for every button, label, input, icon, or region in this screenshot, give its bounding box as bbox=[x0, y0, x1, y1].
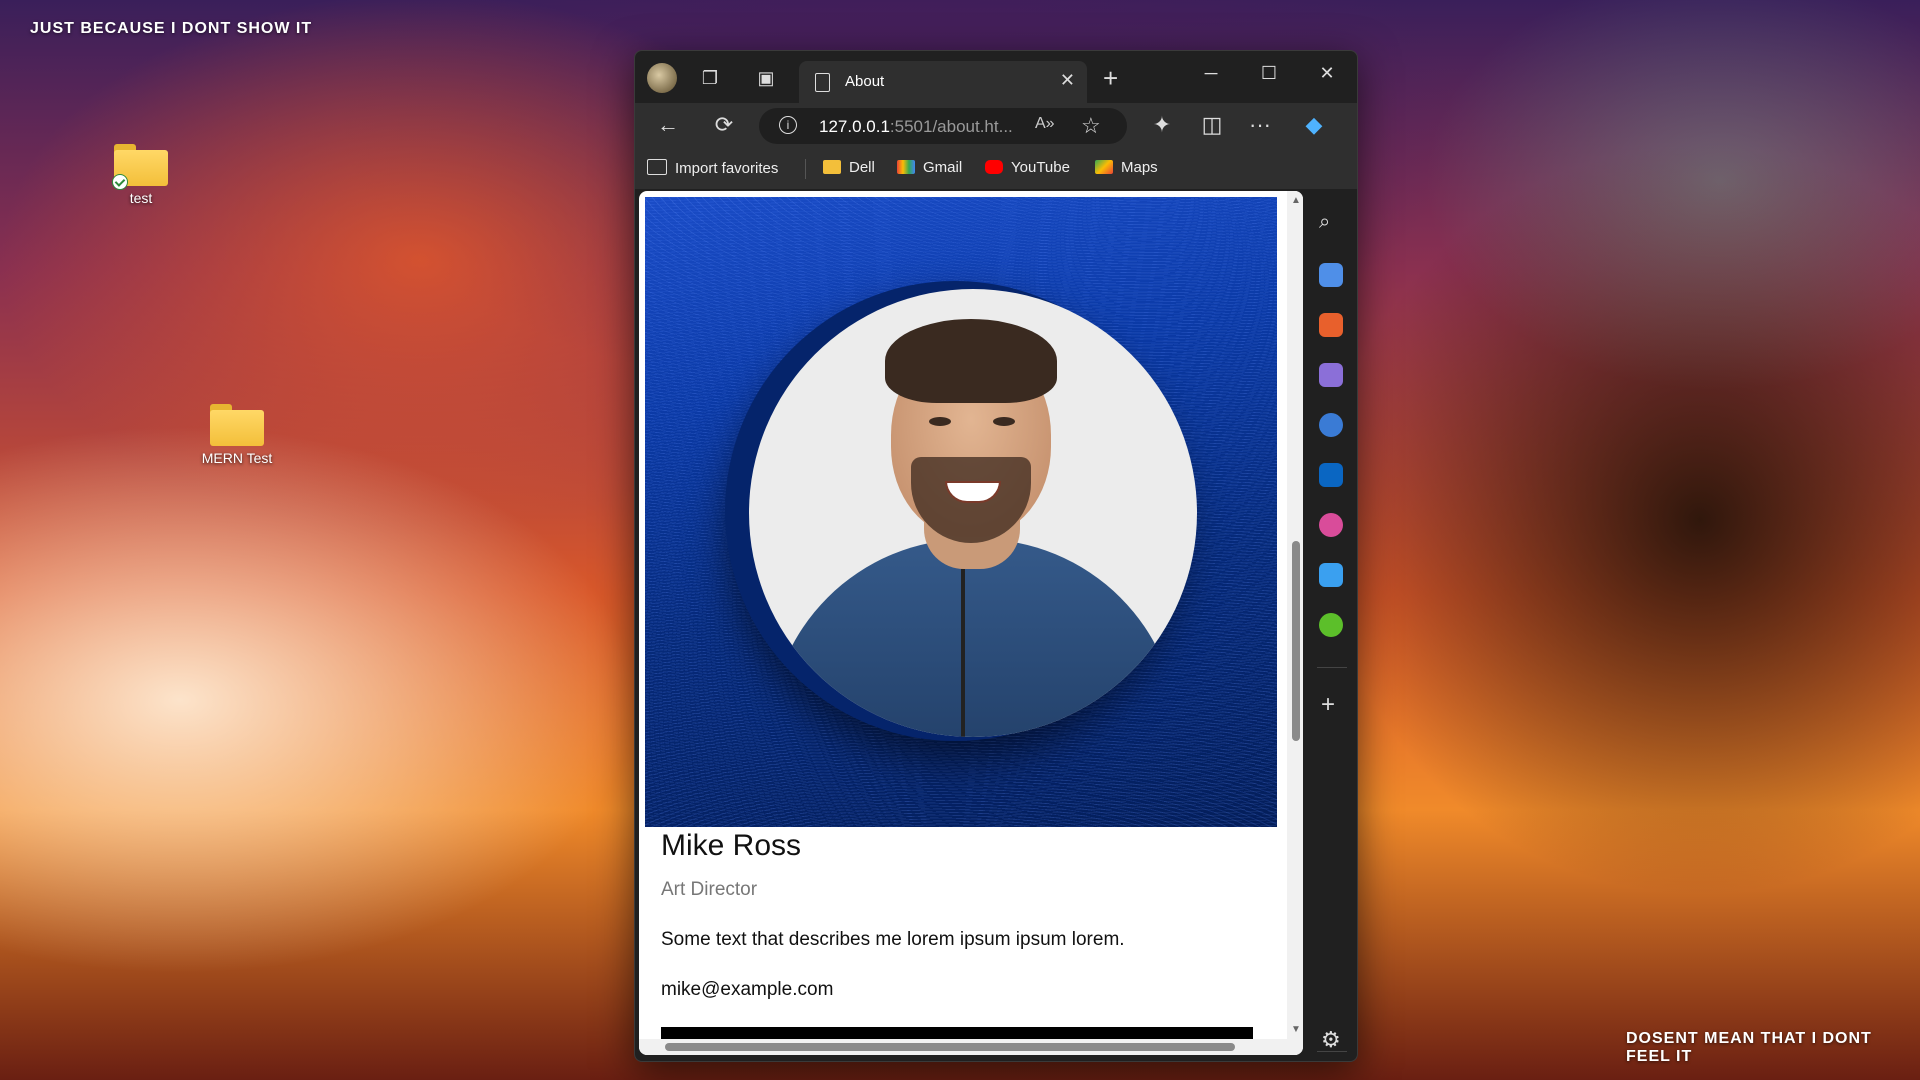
split-screen-icon[interactable]: ◫ bbox=[1197, 113, 1227, 137]
horizontal-scrollbar[interactable] bbox=[639, 1039, 1287, 1055]
gmail-icon bbox=[897, 160, 915, 174]
add-sidebar-app-button[interactable]: + bbox=[1321, 691, 1335, 719]
scroll-up-icon[interactable]: ▲ bbox=[1291, 195, 1301, 206]
favorites-bar: Import favorites Dell Gmail YouTube Maps bbox=[635, 149, 1357, 189]
favorite-star-icon[interactable]: ☆ bbox=[1081, 113, 1101, 139]
new-tab-button[interactable]: + bbox=[1103, 65, 1118, 91]
desktop-icon-label: MERN Test bbox=[201, 450, 273, 466]
tools-briefcase-icon[interactable] bbox=[1319, 313, 1343, 337]
folder-icon bbox=[210, 404, 264, 446]
send-icon[interactable] bbox=[1319, 563, 1343, 587]
tree-icon[interactable] bbox=[1319, 613, 1343, 637]
profile-description: Some text that describes me lorem ipsum … bbox=[661, 929, 1125, 950]
refresh-button[interactable]: ⟳ bbox=[709, 113, 739, 137]
fav-youtube[interactable]: YouTube bbox=[985, 159, 1070, 176]
fav-maps[interactable]: Maps bbox=[1095, 159, 1158, 176]
profile-name: Mike Ross bbox=[661, 829, 802, 862]
folder-icon bbox=[823, 160, 841, 174]
scrollbar-thumb[interactable] bbox=[1292, 541, 1300, 741]
back-button[interactable]: ← bbox=[653, 113, 683, 137]
scroll-down-icon[interactable]: ▼ bbox=[1291, 1024, 1301, 1035]
close-window-button[interactable]: ✕ bbox=[1307, 63, 1347, 84]
tab-title: About bbox=[845, 73, 885, 90]
browser-window: ❐ ▣ About ✕ + ─ ☐ ✕ ← ⟳ i 127.0.0.1:5501… bbox=[634, 50, 1358, 1062]
search-icon[interactable]: ⌕ bbox=[1319, 211, 1343, 235]
fav-gmail[interactable]: Gmail bbox=[897, 159, 962, 176]
folder-icon bbox=[112, 144, 168, 190]
tab-about[interactable]: About ✕ bbox=[799, 61, 1087, 103]
wallpaper-top-text: JUST BECAUSE I DONT SHOW IT bbox=[30, 20, 313, 37]
tab-actions-icon[interactable]: ▣ bbox=[753, 65, 779, 91]
desktop-icon-test[interactable]: test bbox=[96, 144, 186, 206]
profile-photo bbox=[749, 289, 1197, 737]
copilot-app-icon[interactable] bbox=[1319, 413, 1343, 437]
profile-title: Art Director bbox=[661, 879, 758, 900]
profile-hero-background bbox=[645, 197, 1277, 827]
site-info-icon[interactable]: i bbox=[779, 116, 797, 134]
copilot-icon[interactable]: ◆ bbox=[1299, 113, 1329, 137]
divider bbox=[1317, 667, 1347, 668]
page-icon bbox=[815, 73, 830, 92]
extensions-icon[interactable]: ✦ bbox=[1147, 113, 1177, 137]
url-text: 127.0.0.1:5501/about.ht... bbox=[819, 117, 1013, 136]
games-icon[interactable] bbox=[1319, 363, 1343, 387]
minimize-button[interactable]: ─ bbox=[1191, 63, 1231, 84]
fav-import-favorites[interactable]: Import favorites bbox=[647, 159, 778, 177]
shopping-tag-icon[interactable] bbox=[1319, 263, 1343, 287]
profile-avatar-icon[interactable] bbox=[647, 63, 677, 93]
more-button[interactable]: ··· bbox=[1245, 113, 1275, 137]
profile-email: mike@example.com bbox=[661, 979, 834, 1000]
scrollbar-thumb[interactable] bbox=[665, 1043, 1235, 1051]
wallpaper-bottom-text: DOSENT MEAN THAT I DONT FEEL IT bbox=[1626, 1030, 1872, 1065]
divider bbox=[805, 159, 806, 179]
toolbar: ← ⟳ i 127.0.0.1:5501/about.ht... A» ☆ ✦ … bbox=[635, 103, 1357, 149]
desktop-icon-mern-test[interactable]: MERN Test bbox=[192, 404, 282, 466]
settings-gear-icon[interactable]: ⚙ bbox=[1321, 1027, 1341, 1053]
desktop-icon-label: test bbox=[129, 190, 153, 206]
title-bar: ❐ ▣ About ✕ + ─ ☐ ✕ bbox=[635, 51, 1357, 103]
page-viewport: Mike Ross Art Director Some text that de… bbox=[639, 191, 1303, 1055]
maximize-button[interactable]: ☐ bbox=[1249, 63, 1289, 84]
maps-icon bbox=[1095, 160, 1113, 174]
tab-close-icon[interactable]: ✕ bbox=[1060, 70, 1075, 91]
import-icon bbox=[647, 159, 667, 175]
vertical-scrollbar[interactable]: ▲ ▼ bbox=[1287, 191, 1303, 1055]
sync-check-icon bbox=[112, 174, 128, 190]
edge-sidebar: ⌕ + bbox=[1305, 191, 1357, 1061]
workspaces-icon[interactable]: ❐ bbox=[697, 65, 723, 91]
read-aloud-icon[interactable]: A» bbox=[1035, 115, 1055, 133]
youtube-icon bbox=[985, 160, 1003, 174]
address-bar[interactable]: i 127.0.0.1:5501/about.ht... A» ☆ bbox=[759, 108, 1127, 144]
designer-icon[interactable] bbox=[1319, 513, 1343, 537]
fav-dell[interactable]: Dell bbox=[823, 159, 875, 176]
outlook-icon[interactable] bbox=[1319, 463, 1343, 487]
